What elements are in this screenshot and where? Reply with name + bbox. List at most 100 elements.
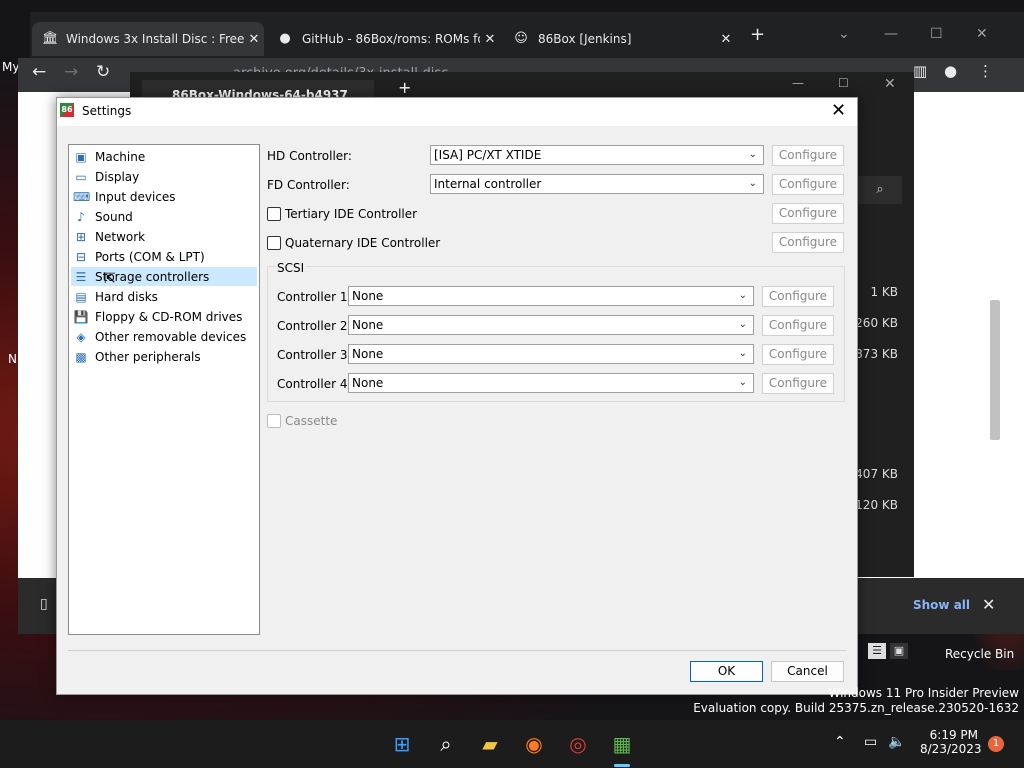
taskbar: ⊞ ⌕ ▰ ◉ ◎ ▦ ⌃ ▭ 🔈 6:19 PM 8/23/2023 1 bbox=[0, 720, 1024, 768]
scsi-controller-4-select[interactable]: None ⌄ bbox=[348, 373, 754, 393]
tree-item-network[interactable]: ⊞ Network bbox=[71, 227, 257, 246]
notification-badge[interactable]: 1 bbox=[988, 736, 1004, 752]
input-devices-icon: ⌨ bbox=[73, 189, 91, 204]
tree-item-floppy-cdrom[interactable]: 💾 Floppy & CD-ROM drives bbox=[71, 307, 257, 326]
fd-configure-button[interactable]: Configure bbox=[772, 174, 844, 195]
scsi-controller-2-select[interactable]: None ⌄ bbox=[348, 315, 754, 335]
tree-item-label: Sound bbox=[95, 209, 133, 224]
scsi-controller-3-label: Controller 3: bbox=[277, 348, 352, 362]
chevron-up-icon[interactable]: ⌃ bbox=[834, 734, 846, 750]
quaternary-ide-checkbox[interactable] bbox=[267, 236, 281, 250]
file-explorer-icon[interactable]: ▰ bbox=[476, 730, 504, 758]
hd-controller-select[interactable]: [ISA] PC/XT XTIDE ⌄ bbox=[430, 145, 764, 165]
scsi-controller-1-select[interactable]: None ⌄ bbox=[348, 286, 754, 306]
browser-tab-github[interactable]: ● GitHub - 86Box/roms: ROMs for ✕ bbox=[268, 22, 500, 56]
browser-tab-archive[interactable]: 🏛 Windows 3x Install Disc : Free Dc ✕ bbox=[32, 22, 264, 56]
profile-icon[interactable]: ● bbox=[944, 62, 957, 80]
close-icon[interactable]: ✕ bbox=[480, 32, 500, 47]
close-icon[interactable]: ✕ bbox=[982, 595, 995, 614]
sidebar-icon[interactable]: ▥ bbox=[913, 62, 927, 80]
scsi-4-configure-button[interactable]: Configure bbox=[762, 373, 834, 394]
tree-item-label: Other peripherals bbox=[95, 349, 201, 364]
quaternary-configure-button[interactable]: Configure bbox=[772, 232, 844, 253]
tiles-view-icon[interactable]: ▣ bbox=[890, 643, 908, 659]
maximize-icon[interactable]: ☐ bbox=[838, 76, 849, 90]
peripherals-icon: ▩ bbox=[75, 349, 87, 364]
close-window-icon[interactable]: ✕ bbox=[976, 26, 988, 42]
sound-icon: ♪ bbox=[77, 209, 85, 224]
tree-item-removable[interactable]: ◈ Other removable devices bbox=[71, 327, 257, 346]
storage-icon: ☰ bbox=[75, 269, 87, 284]
volume-icon[interactable]: 🔈 bbox=[888, 734, 905, 750]
tree-item-label: Display bbox=[95, 169, 140, 184]
chevron-down-icon[interactable]: ⌄ bbox=[838, 26, 850, 42]
reload-icon[interactable]: ↻ bbox=[96, 62, 110, 82]
browser-tab-jenkins[interactable]: ☺ 86Box [Jenkins] ✕ bbox=[504, 22, 736, 56]
cassette-checkbox[interactable] bbox=[267, 414, 281, 428]
minimize-icon[interactable]: — bbox=[884, 26, 898, 42]
tertiary-configure-button[interactable]: Configure bbox=[772, 203, 844, 224]
quaternary-ide-label: Quaternary IDE Controller bbox=[285, 236, 441, 250]
close-icon[interactable]: ✕ bbox=[716, 32, 736, 47]
scsi-1-configure-button[interactable]: Configure bbox=[762, 286, 834, 307]
minimize-icon[interactable]: — bbox=[792, 76, 804, 90]
clock[interactable]: 6:19 PM 8/23/2023 bbox=[920, 728, 982, 756]
scsi-controller-1-value: None bbox=[352, 289, 384, 303]
scsi-controller-3-select[interactable]: None ⌄ bbox=[348, 344, 754, 364]
ok-button[interactable]: OK bbox=[690, 661, 763, 682]
scsi-controller-2-value: None bbox=[352, 318, 384, 332]
new-tab-icon[interactable]: + bbox=[750, 24, 765, 45]
scsi-2-configure-button[interactable]: Configure bbox=[762, 315, 834, 336]
scsi-controller-4-value: None bbox=[352, 376, 384, 390]
recycle-bin-label[interactable]: Recycle Bin bbox=[945, 647, 1014, 661]
desktop-label-my: My bbox=[2, 60, 20, 74]
tree-item-label: Other removable devices bbox=[95, 329, 247, 344]
back-icon[interactable]: ← bbox=[32, 62, 46, 82]
chevron-down-icon: ⌄ bbox=[738, 377, 747, 388]
jenkins-icon: ☺ bbox=[514, 31, 528, 46]
menu-icon[interactable]: ⋮ bbox=[978, 62, 993, 80]
network-icon[interactable]: ▭ bbox=[864, 734, 877, 750]
cancel-button[interactable]: Cancel bbox=[771, 661, 844, 682]
show-all-link[interactable]: Show all bbox=[913, 598, 970, 612]
firefox-icon[interactable]: ◉ bbox=[520, 730, 548, 758]
tree-item-machine[interactable]: ▣ Machine bbox=[71, 147, 257, 166]
chrome-icon[interactable]: ◎ bbox=[564, 730, 592, 758]
clock-time: 6:19 PM bbox=[929, 728, 978, 742]
scsi-3-configure-button[interactable]: Configure bbox=[762, 344, 834, 365]
chevron-down-icon: ⌄ bbox=[738, 290, 747, 301]
forward-icon[interactable]: → bbox=[64, 62, 78, 82]
tree-item-label: Hard disks bbox=[95, 289, 158, 304]
watermark-line-1: Windows 11 Pro Insider Preview bbox=[828, 686, 1019, 700]
tree-item-display[interactable]: ▭ Display bbox=[71, 167, 257, 186]
start-icon[interactable]: ⊞ bbox=[388, 730, 416, 758]
removable-icon: ◈ bbox=[76, 329, 86, 344]
details-view-icon[interactable]: ☰ bbox=[868, 643, 886, 659]
close-icon[interactable]: ✕ bbox=[244, 32, 264, 47]
settings-category-tree: ▣ Machine ▭ Display ⌨ Input devices ♪ So… bbox=[68, 144, 260, 635]
tree-item-sound[interactable]: ♪ Sound bbox=[71, 207, 257, 226]
hd-configure-button[interactable]: Configure bbox=[772, 145, 844, 166]
file-icon: ▯ bbox=[40, 596, 48, 612]
close-icon[interactable]: ✕ bbox=[831, 100, 846, 121]
fd-controller-label: FD Controller: bbox=[267, 178, 350, 192]
maximize-icon[interactable]: ☐ bbox=[930, 26, 943, 42]
tree-item-ports[interactable]: ⊟ Ports (COM & LPT) bbox=[71, 247, 257, 266]
tree-item-storage-controllers[interactable]: ☰ Storage controllers bbox=[71, 267, 257, 286]
close-icon[interactable]: ✕ bbox=[884, 76, 896, 92]
browser-scrollbar[interactable] bbox=[990, 300, 1000, 440]
tree-item-input-devices[interactable]: ⌨ Input devices bbox=[71, 187, 257, 206]
tertiary-ide-checkbox[interactable] bbox=[267, 207, 281, 221]
new-tab-icon[interactable]: + bbox=[398, 78, 411, 97]
dialog-separator bbox=[68, 650, 846, 651]
chevron-down-icon: ⌄ bbox=[748, 149, 757, 160]
search-icon[interactable]: ⌕ bbox=[858, 176, 902, 204]
86box-icon[interactable]: ▦ bbox=[608, 730, 636, 758]
scsi-controller-4-label: Controller 4: bbox=[277, 377, 352, 391]
fd-controller-select[interactable]: Internal controller ⌄ bbox=[430, 174, 764, 194]
search-icon[interactable]: ⌕ bbox=[432, 730, 460, 758]
tree-item-hard-disks[interactable]: ▤ Hard disks bbox=[71, 287, 257, 306]
scsi-legend: SCSI bbox=[275, 261, 307, 275]
settings-dialog: 86 Settings ✕ ▣ Machine ▭ Display ⌨ Inpu… bbox=[56, 97, 858, 695]
tree-item-peripherals[interactable]: ▩ Other peripherals bbox=[71, 347, 257, 366]
